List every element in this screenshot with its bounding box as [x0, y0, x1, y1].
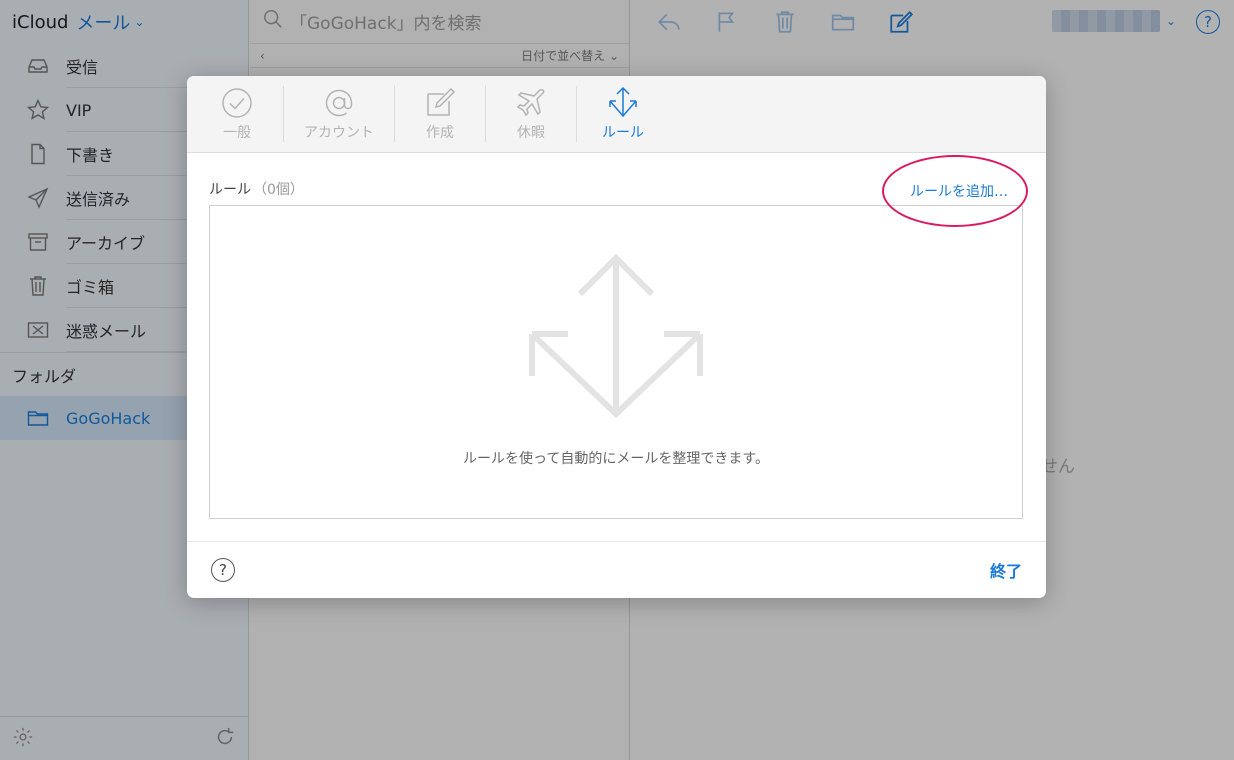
annotation-highlight-circle	[882, 155, 1028, 227]
airplane-icon	[516, 89, 545, 117]
rules-arrows-icon	[609, 86, 637, 118]
tab-rules[interactable]: ルール	[577, 76, 669, 152]
tab-vacation[interactable]: 休暇	[486, 76, 576, 152]
rules-title: ルール	[209, 182, 251, 198]
help-button[interactable]: ?	[211, 558, 235, 582]
done-button[interactable]: 終了	[990, 558, 1022, 582]
rules-heading: ルール （0個）	[209, 179, 304, 199]
at-sign-icon	[325, 89, 353, 117]
preferences-tabs: 一般 アカウント 作成 休暇 ルール	[187, 76, 1046, 153]
tab-label: 休暇	[517, 125, 545, 141]
tab-label: 一般	[223, 125, 251, 141]
rules-list: ルールを使って自動的にメールを整理できます。	[209, 205, 1023, 519]
compose-icon	[427, 87, 456, 116]
preferences-dialog: 一般 アカウント 作成 休暇 ルール ルール （0個） ルールを追加… ルールを…	[187, 76, 1046, 598]
checkmark-circle-icon	[222, 88, 252, 118]
tab-label: 作成	[426, 125, 454, 141]
rules-count: （0個）	[253, 182, 304, 198]
tab-label: アカウント	[304, 125, 374, 141]
tab-label: ルール	[602, 125, 644, 141]
tab-compose[interactable]: 作成	[395, 76, 485, 152]
tab-general[interactable]: 一般	[191, 76, 283, 152]
empty-state-text: ルールを使って自動的にメールを整理できます。	[463, 451, 769, 467]
rules-arrows-icon	[529, 254, 703, 419]
dialog-footer: ? 終了	[187, 541, 1046, 598]
tab-account[interactable]: アカウント	[284, 76, 394, 152]
